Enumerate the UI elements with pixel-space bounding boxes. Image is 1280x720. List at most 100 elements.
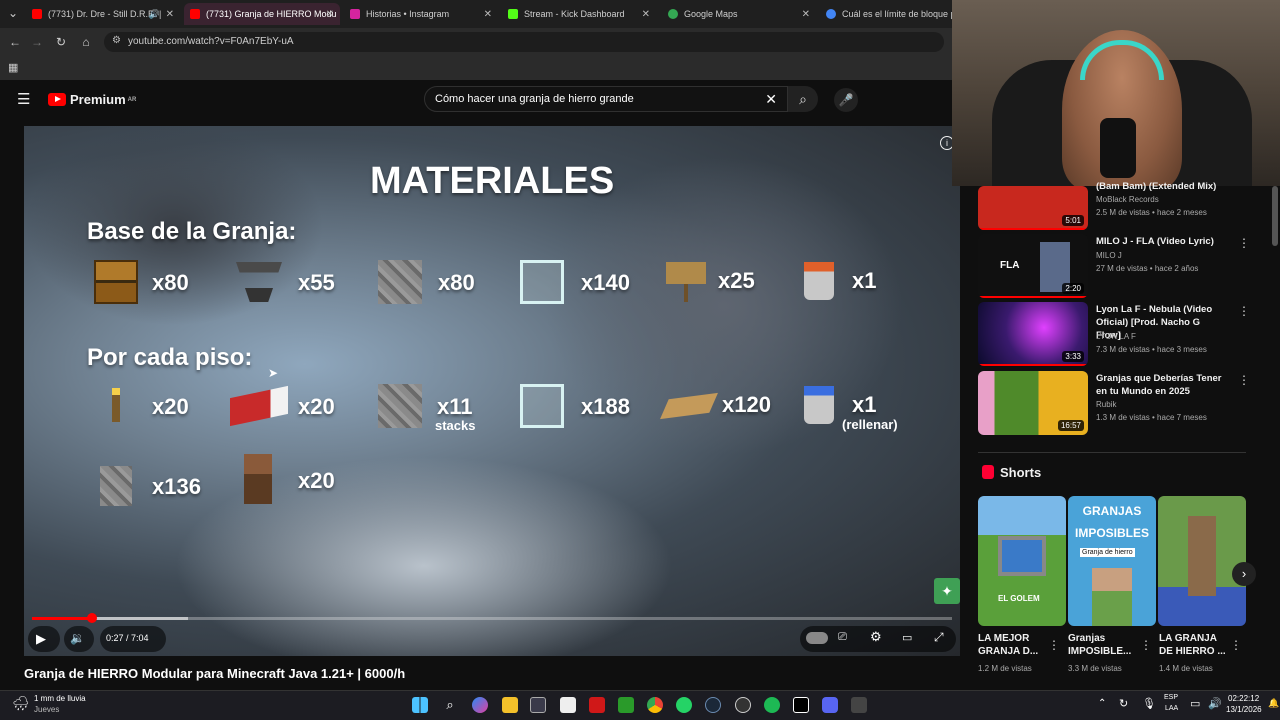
home-icon[interactable]: ⌂ — [79, 35, 93, 49]
volume-tray-icon[interactable]: 🔊 — [1208, 697, 1222, 710]
search-button[interactable]: ⌕ — [788, 86, 818, 112]
fullscreen-icon[interactable]: ⤢ — [934, 630, 944, 645]
autoplay-toggle[interactable] — [806, 632, 828, 644]
clock-time[interactable]: 02:22:12 — [1228, 694, 1259, 703]
site-info-icon[interactable]: ⚙ — [112, 35, 121, 46]
start-button-icon[interactable] — [412, 697, 428, 713]
reload-icon[interactable]: ↻ — [54, 35, 68, 49]
tray-mic-icon[interactable]: 🎙 — [1142, 697, 1156, 710]
more-options-icon[interactable]: ⋮ — [1140, 638, 1152, 652]
close-tab-icon[interactable]: ✕ — [642, 9, 650, 20]
youtube-favicon-icon — [32, 9, 42, 19]
tray-sync-icon[interactable]: ↻ — [1119, 697, 1128, 710]
sidebar-scrollbar[interactable] — [1272, 186, 1278, 246]
channel-watermark-icon[interactable]: ✦ — [934, 578, 960, 604]
video-player[interactable]: MATERIALES Base de la Granja: Por cada p… — [24, 126, 960, 656]
recommended-channel[interactable]: Rubik — [1096, 400, 1116, 409]
weather-text: 1 mm de lluvia — [34, 694, 86, 703]
xbox-icon[interactable] — [618, 697, 634, 713]
url-field[interactable]: ⚙ youtube.com/watch?v=F0An7EbY-uA — [104, 32, 944, 52]
close-tab-icon[interactable]: ✕ — [802, 9, 810, 20]
capcut-icon[interactable] — [793, 697, 809, 713]
settings-gear-icon[interactable]: ⚙ — [870, 629, 882, 645]
apps-grid-icon[interactable]: ▦ — [8, 61, 18, 74]
tab-search-icon[interactable]: ⌄ — [6, 6, 20, 20]
recommended-channel[interactable]: MILO J — [1096, 251, 1122, 260]
copilot-icon[interactable] — [472, 697, 488, 713]
more-options-icon[interactable]: ⋮ — [1048, 638, 1060, 652]
sign-icon — [666, 262, 706, 284]
recommended-thumbnail[interactable]: 3:33 — [978, 302, 1088, 366]
steam-icon[interactable] — [705, 697, 721, 713]
browser-tab[interactable]: Cuál es el límite de bloque para — [820, 3, 952, 25]
voice-search-button[interactable]: 🎤 — [834, 88, 858, 112]
recommended-title[interactable]: MILO J - FLA (Video Lyric) — [1096, 235, 1226, 248]
weather-icon[interactable]: 🌧 — [12, 695, 30, 712]
more-options-icon[interactable]: ⋮ — [1230, 638, 1242, 652]
close-tab-icon[interactable]: ✕ — [166, 9, 174, 20]
recommended-thumbnail[interactable]: 5:01 — [978, 186, 1088, 230]
short-title[interactable]: Granjas IMPOSIBLE... — [1068, 632, 1142, 658]
kick-favicon-icon — [508, 9, 518, 19]
theater-mode-icon[interactable]: ▭ — [902, 631, 912, 644]
recommended-thumbnail[interactable]: 16:57 — [978, 371, 1088, 435]
recommended-thumbnail[interactable]: FLA 2:20 — [978, 234, 1088, 298]
monitor-icon[interactable]: ▭ — [1190, 697, 1200, 710]
lava-bucket-icon — [804, 262, 834, 300]
clear-search-icon[interactable]: ✕ — [765, 91, 777, 108]
app-icon[interactable] — [560, 697, 576, 713]
glass-icon — [520, 384, 564, 428]
spotify-icon[interactable] — [764, 697, 780, 713]
tray-chevron-icon[interactable]: ⌃ — [1098, 698, 1106, 709]
recommended-title[interactable]: Granjas que Deberías Tener en tu Mundo e… — [1096, 372, 1226, 398]
cobblestone-wall-icon — [100, 466, 132, 506]
more-options-icon[interactable]: ⋮ — [1238, 373, 1250, 387]
duration-badge: 5:01 — [1062, 215, 1084, 226]
progress-scrubber[interactable] — [86, 613, 97, 623]
short-thumbnail[interactable]: EL GOLEM — [978, 496, 1066, 626]
sidebar-divider — [978, 452, 1246, 453]
browser-tab[interactable]: (7731) Dr. Dre - Still D.R.E. | 🔊 ✕ — [26, 3, 180, 25]
play-button[interactable]: ▶ — [36, 631, 46, 647]
short-title[interactable]: LA MEJOR GRANJA D... — [978, 632, 1052, 658]
store-icon[interactable] — [530, 697, 546, 713]
short-thumbnail[interactable] — [1158, 496, 1246, 626]
recommended-channel[interactable]: MoBlack Records — [1096, 195, 1159, 204]
browser-tab[interactable]: Historias • Instagram ✕ — [344, 3, 498, 25]
back-icon[interactable]: ← — [8, 35, 22, 49]
search-value: Cómo hacer una granja de hierro grande — [435, 93, 634, 105]
short-views: 3.3 M de vistas — [1068, 664, 1122, 673]
base-section-title: Base de la Granja: — [87, 218, 297, 245]
app-icon[interactable] — [735, 697, 751, 713]
discord-icon[interactable] — [822, 697, 838, 713]
app-icon[interactable] — [851, 697, 867, 713]
more-options-icon[interactable]: ⋮ — [1238, 304, 1250, 318]
menu-hamburger-icon[interactable]: ☰ — [17, 90, 30, 108]
volume-icon[interactable]: 🔉 — [70, 631, 85, 645]
browser-tab[interactable]: Google Maps ✕ — [662, 3, 816, 25]
lang-code[interactable]: ESP — [1164, 694, 1178, 701]
file-explorer-icon[interactable] — [502, 697, 518, 713]
browser-tab[interactable]: Stream - Kick Dashboard ✕ — [502, 3, 656, 25]
close-tab-icon[interactable]: ✕ — [326, 9, 334, 20]
app-icon[interactable] — [589, 697, 605, 713]
notification-icon[interactable]: 🔔 — [1268, 698, 1279, 709]
subtitles-icon[interactable]: ⎚ — [838, 631, 847, 644]
browser-tab-active[interactable]: (7731) Granja de HIERRO Modu ✕ — [184, 3, 340, 25]
more-options-icon[interactable]: ⋮ — [1238, 236, 1250, 250]
short-thumbnail[interactable]: GRANJAS IMPOSIBLES Granja de hierro — [1068, 496, 1156, 626]
search-input[interactable]: Cómo hacer una granja de hierro grande ✕ — [424, 86, 788, 112]
youtube-logo[interactable]: Premium AR — [48, 92, 136, 107]
video-heading: MATERIALES — [370, 160, 615, 202]
recommended-channel[interactable]: LYON LA F — [1096, 332, 1136, 341]
chrome-icon[interactable] — [647, 697, 663, 713]
shorts-next-button[interactable]: › — [1232, 562, 1256, 586]
recommended-title[interactable]: (Bam Bam) (Extended Mix) — [1096, 180, 1226, 193]
chest-icon — [94, 260, 138, 304]
forward-icon[interactable]: → — [30, 35, 44, 49]
close-tab-icon[interactable]: ✕ — [484, 9, 492, 20]
short-title[interactable]: LA GRANJA DE HIERRO ... — [1159, 632, 1233, 658]
taskbar-search-icon[interactable]: ⌕ — [442, 697, 458, 713]
short-thumb-text: EL GOLEM — [998, 594, 1040, 603]
whatsapp-icon[interactable] — [676, 697, 692, 713]
